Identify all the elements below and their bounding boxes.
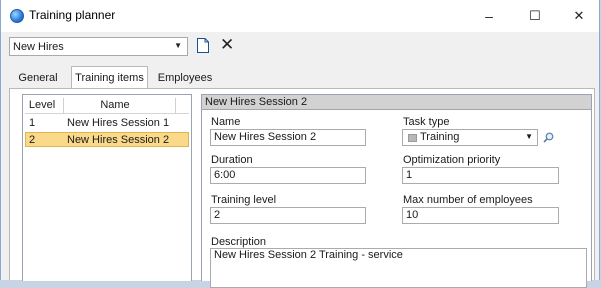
list-header: Level Name xyxy=(25,98,189,114)
plan-select[interactable]: New Hires ▼ xyxy=(9,37,188,56)
window-title: Training planner xyxy=(29,8,116,22)
training-planner-window: Training planner – ☐ ✕ New Hires ▼ ✕ Gen… xyxy=(0,0,600,288)
tab-employees[interactable]: Employees xyxy=(154,68,216,88)
description-label: Description xyxy=(211,236,267,248)
task-type-value: Training xyxy=(420,131,460,143)
minimize-button[interactable]: – xyxy=(466,0,512,32)
row-name: New Hires Session 2 xyxy=(67,134,170,146)
optimization-priority-field[interactable]: 1 xyxy=(402,167,559,184)
chevron-down-icon: ▼ xyxy=(174,41,182,50)
task-type-label: Task type xyxy=(403,116,450,128)
search-icon[interactable] xyxy=(543,132,554,143)
plan-select-value: New Hires xyxy=(13,41,64,53)
task-type-color-swatch xyxy=(408,134,417,142)
app-globe-icon xyxy=(10,9,24,23)
optimization-priority-label: Optimization priority xyxy=(403,154,501,166)
duration-field[interactable]: 6:00 xyxy=(210,167,366,184)
chevron-down-icon: ▼ xyxy=(525,132,533,141)
task-type-select[interactable]: Training ▼ xyxy=(402,129,538,146)
row-name: New Hires Session 1 xyxy=(67,117,170,129)
column-header-level[interactable]: Level xyxy=(27,99,57,111)
description-field[interactable]: New Hires Session 2 Training - service xyxy=(210,248,587,288)
maximize-button[interactable]: ☐ xyxy=(512,0,558,32)
tab-training-items[interactable]: Training items xyxy=(71,66,148,89)
name-field[interactable]: New Hires Session 2 xyxy=(210,129,366,146)
training-item-details: New Hires Session 2 Name New Hires Sessi… xyxy=(201,94,592,288)
column-divider xyxy=(175,98,176,113)
training-items-list[interactable]: Level Name 1 New Hires Session 1 2 New H… xyxy=(22,94,192,281)
row-level: 2 xyxy=(29,134,36,146)
training-level-field[interactable]: 2 xyxy=(210,207,366,224)
toolbar: New Hires ▼ ✕ xyxy=(1,32,599,62)
column-header-name[interactable]: Name xyxy=(65,99,165,111)
column-divider xyxy=(63,98,64,113)
row-level: 1 xyxy=(29,117,36,129)
new-document-icon[interactable] xyxy=(197,38,209,53)
details-header: New Hires Session 2 xyxy=(202,95,591,110)
list-item-selected[interactable]: 2 New Hires Session 2 xyxy=(25,132,189,147)
tab-content: Level Name 1 New Hires Session 1 2 New H… xyxy=(9,88,595,288)
tab-general[interactable]: General xyxy=(13,68,63,88)
duration-label: Duration xyxy=(211,154,253,166)
delete-button[interactable]: ✕ xyxy=(220,36,234,54)
max-employees-label: Max number of employees xyxy=(403,194,533,206)
name-label: Name xyxy=(211,116,241,128)
close-button[interactable]: ✕ xyxy=(556,0,601,32)
title-bar: Training planner – ☐ ✕ xyxy=(1,0,599,32)
max-employees-field[interactable]: 10 xyxy=(402,207,559,224)
training-level-label: Training level xyxy=(211,194,277,206)
list-item[interactable]: 1 New Hires Session 1 xyxy=(25,116,189,131)
